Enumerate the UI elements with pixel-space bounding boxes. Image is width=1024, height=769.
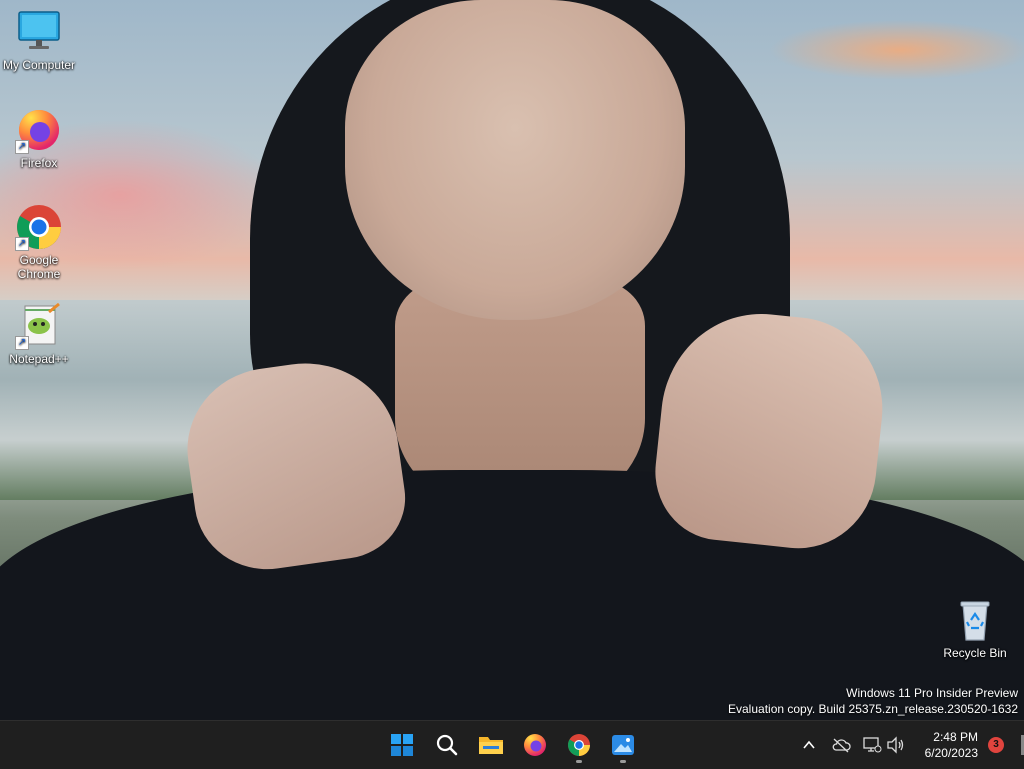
folder-icon [479, 737, 503, 754]
desktop-icon-label: My Computer [2, 58, 76, 72]
notification-badge[interactable]: 3 [988, 737, 1004, 753]
clock-time: 2:48 PM [933, 730, 978, 744]
desktop-icon-label: Recycle Bin [943, 646, 1007, 660]
taskbar: 2:48 PM 6/20/2023 3 [0, 720, 1024, 769]
photos-icon [612, 735, 634, 755]
chrome-icon [568, 734, 590, 756]
speaker-icon [887, 736, 904, 754]
windows-watermark: Windows 11 Pro Insider Preview Evaluatio… [728, 685, 1018, 717]
taskbar-chrome-button[interactable] [559, 725, 599, 765]
start-button[interactable] [382, 725, 422, 765]
wallpaper-body [0, 470, 1024, 720]
chevron-up-icon [803, 740, 815, 749]
desktop-icon-label: Firefox [20, 156, 58, 170]
monitor-icon [15, 8, 63, 56]
desktop-wallpaper [0, 0, 1024, 720]
running-indicator [576, 760, 582, 763]
network-icon [863, 737, 882, 753]
clock-date: 6/20/2023 [924, 746, 978, 760]
windows-logo-icon [391, 734, 413, 756]
firefox-icon: ↗ [15, 106, 63, 154]
shortcut-arrow-icon: ↗ [15, 237, 29, 251]
recycle-bin-icon [951, 596, 999, 644]
search-button[interactable] [427, 725, 467, 765]
cloud-offline-icon [832, 738, 851, 753]
firefox-icon [524, 734, 546, 756]
volume-tray-button[interactable] [884, 733, 908, 757]
clock-button[interactable]: 2:48 PM 6/20/2023 [925, 729, 978, 761]
file-explorer-button[interactable] [471, 725, 511, 765]
shortcut-arrow-icon: ↗ [15, 140, 29, 154]
desktop-icon-my-computer[interactable]: My Computer [1, 8, 77, 72]
network-tray-button[interactable] [860, 733, 884, 757]
taskbar-firefox-button[interactable] [515, 725, 555, 765]
desktop-icon-notepadpp[interactable]: ↗ Notepad++ [1, 302, 77, 366]
shortcut-arrow-icon: ↗ [15, 336, 29, 350]
desktop-icon-firefox[interactable]: ↗ Firefox [1, 106, 77, 170]
wallpaper-person [0, 0, 1024, 720]
onedrive-tray-button[interactable] [829, 733, 853, 757]
search-icon [436, 734, 458, 756]
show-hidden-icons-button[interactable] [797, 733, 821, 757]
taskbar-photos-button[interactable] [603, 725, 643, 765]
notepadpp-icon: ↗ [15, 302, 63, 350]
watermark-build: Evaluation copy. Build 25375.zn_release.… [728, 702, 1018, 716]
chrome-icon: ↗ [15, 203, 63, 251]
desktop-icon-label: Google Chrome [17, 253, 61, 281]
watermark-edition: Windows 11 Pro Insider Preview [846, 686, 1018, 700]
desktop-icon-google-chrome[interactable]: ↗ Google Chrome [1, 203, 77, 281]
desktop-icon-recycle-bin[interactable]: Recycle Bin [937, 596, 1013, 660]
running-indicator [620, 760, 626, 763]
desktop-icon-label: Notepad++ [9, 352, 69, 366]
wallpaper-face [345, 0, 685, 320]
